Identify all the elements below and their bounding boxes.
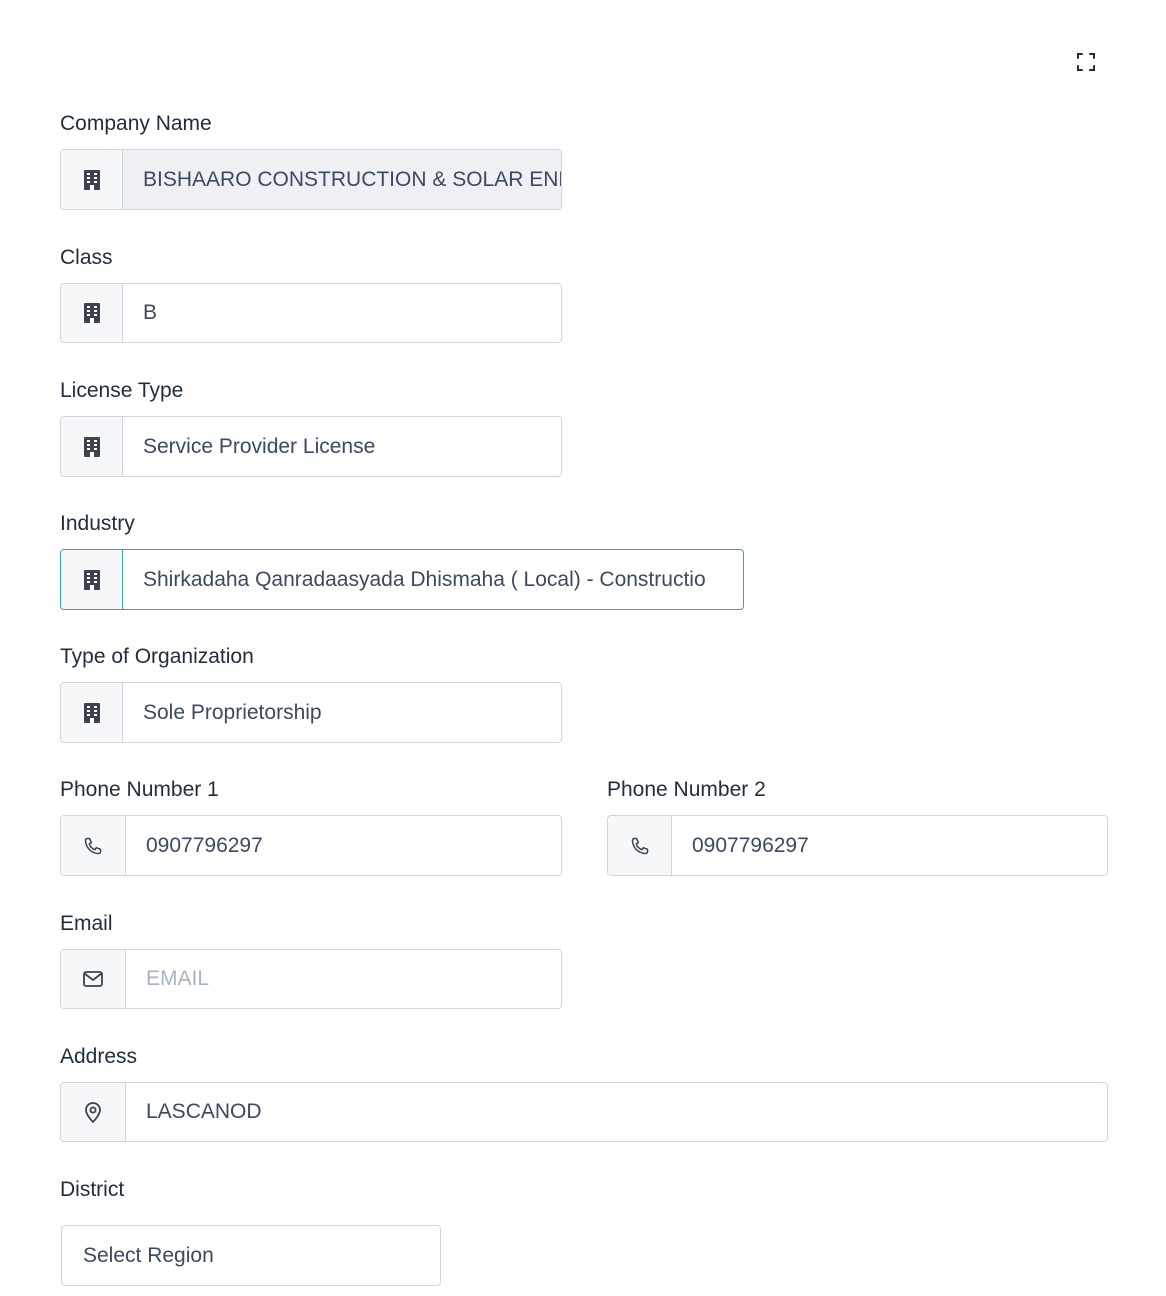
company-name-addon <box>61 150 123 209</box>
building-icon <box>83 303 100 323</box>
phone-number-2-group: 0907796297 <box>607 815 1108 876</box>
phone-icon <box>630 836 650 856</box>
license-type-input[interactable]: Service Provider License <box>123 417 561 476</box>
mail-icon <box>83 971 103 987</box>
phone-number-2-addon <box>608 816 672 875</box>
license-type-group: Service Provider License <box>60 416 562 477</box>
class-addon <box>61 284 123 342</box>
industry-label: Industry <box>60 512 135 535</box>
industry-group: Shirkadaha Qanradaasyada Dhismaha ( Loca… <box>60 549 744 610</box>
class-input[interactable]: B <box>123 284 561 342</box>
license-type-addon <box>61 417 123 476</box>
organization-type-label: Type of Organization <box>60 645 254 668</box>
organization-type-group: Sole Proprietorship <box>60 682 562 743</box>
district-select[interactable]: Select Region <box>61 1225 441 1286</box>
email-label: Email <box>60 912 113 935</box>
organization-type-input[interactable]: Sole Proprietorship <box>123 683 561 742</box>
email-addon <box>61 950 126 1008</box>
phone-number-2-input[interactable]: 0907796297 <box>672 816 1107 875</box>
address-group: LASCANOD <box>60 1082 1108 1142</box>
building-icon <box>83 436 100 457</box>
phone-number-1-label: Phone Number 1 <box>60 778 219 801</box>
address-addon <box>61 1083 126 1141</box>
company-name-label: Company Name <box>60 112 212 135</box>
map-pin-icon <box>84 1101 102 1123</box>
email-input[interactable]: EMAIL <box>126 950 561 1008</box>
building-icon <box>83 569 100 590</box>
building-icon <box>83 169 100 190</box>
expand-button[interactable] <box>1072 48 1100 76</box>
phone-number-2-label: Phone Number 2 <box>607 778 766 801</box>
class-group: B <box>60 283 562 343</box>
organization-type-addon <box>61 683 123 742</box>
address-input[interactable]: LASCANOD <box>126 1083 1107 1141</box>
district-label: District <box>60 1178 125 1201</box>
email-group: EMAIL <box>60 949 562 1009</box>
phone-icon <box>83 836 103 856</box>
industry-input[interactable]: Shirkadaha Qanradaasyada Dhismaha ( Loca… <box>123 550 743 609</box>
phone-number-1-input[interactable]: 0907796297 <box>126 816 561 875</box>
class-label: Class <box>60 246 113 269</box>
expand-icon <box>1076 52 1096 72</box>
phone-number-1-addon <box>61 816 126 875</box>
company-name-group: BISHAARO CONSTRUCTION & SOLAR ENE <box>60 149 562 210</box>
license-type-label: License Type <box>60 379 184 402</box>
company-name-input[interactable]: BISHAARO CONSTRUCTION & SOLAR ENE <box>123 150 561 209</box>
phone-number-1-group: 0907796297 <box>60 815 562 876</box>
building-icon <box>83 702 100 723</box>
address-label: Address <box>60 1045 138 1068</box>
industry-addon <box>61 550 123 609</box>
